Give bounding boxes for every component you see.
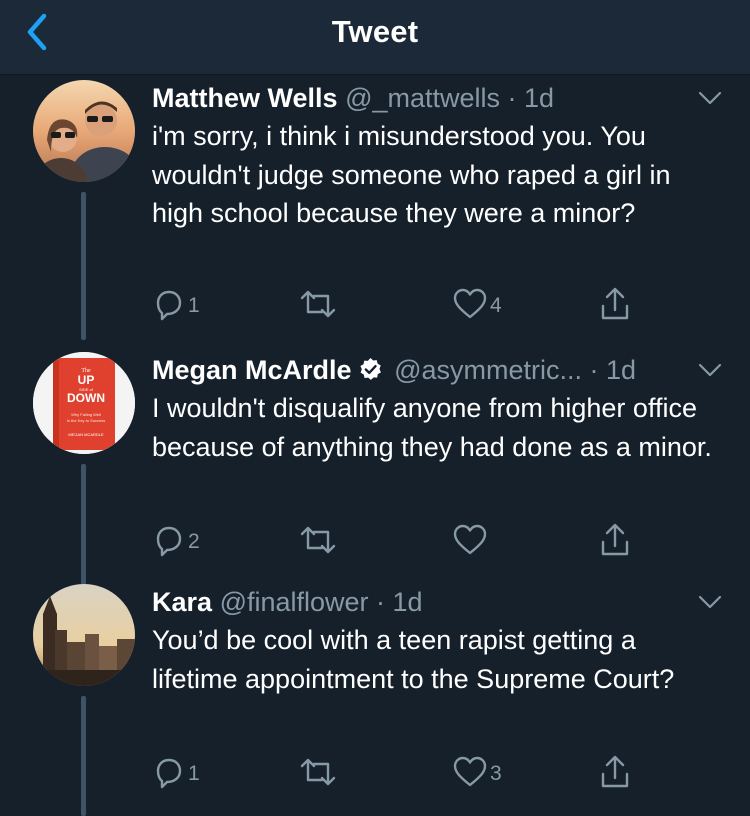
timestamp[interactable]: · 1d xyxy=(376,587,423,617)
tweet-text: i'm sorry, i think i misunderstood you. … xyxy=(152,121,671,228)
display-name[interactable]: Matthew Wells xyxy=(152,83,338,113)
tweet-text: You’d be cool with a teen rapist getting… xyxy=(152,625,675,694)
like-button[interactable]: 4 xyxy=(452,286,502,322)
tweet-header: Megan McArdle @asymmetric... · 1d xyxy=(152,352,700,388)
share-icon xyxy=(601,287,629,320)
like-count: 3 xyxy=(490,762,502,785)
user-handle[interactable]: @asymmetric... xyxy=(394,355,582,385)
tweet[interactable]: Matthew Wells @_mattwells · 1d i'm sorry… xyxy=(0,80,750,340)
avatar[interactable] xyxy=(33,80,135,182)
retweet-button[interactable] xyxy=(298,754,340,790)
reply-count: 1 xyxy=(188,762,200,785)
couple-photo-avatar xyxy=(33,80,135,182)
book-subtitle-line-1: Why Failing Well xyxy=(71,412,101,417)
chevron-down-icon[interactable] xyxy=(698,594,722,610)
book-author: MEGAN MCARDLE xyxy=(68,432,104,437)
city-skyline-avatar xyxy=(33,584,135,686)
book-cover-avatar: The UP SIDE of DOWN Why Failing Well Is … xyxy=(33,352,135,454)
heart-icon xyxy=(453,756,487,787)
tweet[interactable]: Kara @finalflower · 1d You’d be cool wit… xyxy=(0,584,750,816)
reply-icon xyxy=(156,290,182,321)
share-button[interactable] xyxy=(598,754,632,790)
tweet-header: Matthew Wells @_mattwells · 1d xyxy=(152,80,700,116)
reply-button[interactable]: 2 xyxy=(152,522,200,558)
display-name[interactable]: Kara xyxy=(152,587,212,617)
thread-line xyxy=(81,192,86,340)
share-icon xyxy=(601,755,629,788)
avatar[interactable] xyxy=(33,584,135,686)
book-subtitle-line-2: Is the Key to Success xyxy=(67,418,105,423)
heart-icon xyxy=(453,288,487,319)
retweet-icon xyxy=(300,526,336,554)
timestamp[interactable]: · 1d xyxy=(590,355,637,385)
like-button[interactable]: 3 xyxy=(452,754,502,790)
tweet-text: I wouldn't disqualify anyone from higher… xyxy=(152,393,712,462)
tweet-actions: 2 xyxy=(152,522,652,558)
verified-badge-icon xyxy=(359,358,381,380)
timestamp[interactable]: · 1d xyxy=(508,83,555,113)
like-button[interactable] xyxy=(452,522,490,558)
share-button[interactable] xyxy=(598,286,632,322)
thread-line xyxy=(81,464,86,586)
reply-count: 1 xyxy=(188,294,200,317)
thread-line xyxy=(81,696,86,816)
reply-icon xyxy=(156,758,182,789)
like-count: 4 xyxy=(490,294,502,317)
user-handle[interactable]: @_mattwells xyxy=(345,83,500,113)
chevron-down-icon[interactable] xyxy=(698,362,722,378)
display-name[interactable]: Megan McArdle xyxy=(152,355,352,385)
heart-icon xyxy=(453,524,487,555)
retweet-button[interactable] xyxy=(298,286,340,322)
tweet-actions: 1 4 xyxy=(152,286,652,322)
page-title: Tweet xyxy=(331,14,419,49)
user-handle[interactable]: @finalflower xyxy=(220,587,369,617)
share-button[interactable] xyxy=(598,522,632,558)
share-icon xyxy=(601,523,629,556)
book-title-up: UP xyxy=(78,373,95,387)
avatar[interactable]: The UP SIDE of DOWN Why Failing Well Is … xyxy=(33,352,135,454)
retweet-icon xyxy=(300,758,336,786)
navbar: Tweet xyxy=(0,0,750,75)
tweet-header: Kara @finalflower · 1d xyxy=(152,584,700,620)
reply-icon xyxy=(156,526,182,557)
retweet-button[interactable] xyxy=(298,522,340,558)
book-title-down: DOWN xyxy=(67,391,105,405)
chevron-down-icon[interactable] xyxy=(698,90,722,106)
tweet[interactable]: The UP SIDE of DOWN Why Failing Well Is … xyxy=(0,352,750,586)
reply-button[interactable]: 1 xyxy=(152,754,200,790)
reply-button[interactable]: 1 xyxy=(152,286,200,322)
tweet-actions: 1 3 xyxy=(152,754,652,790)
retweet-icon xyxy=(300,290,336,318)
reply-count: 2 xyxy=(188,530,200,553)
